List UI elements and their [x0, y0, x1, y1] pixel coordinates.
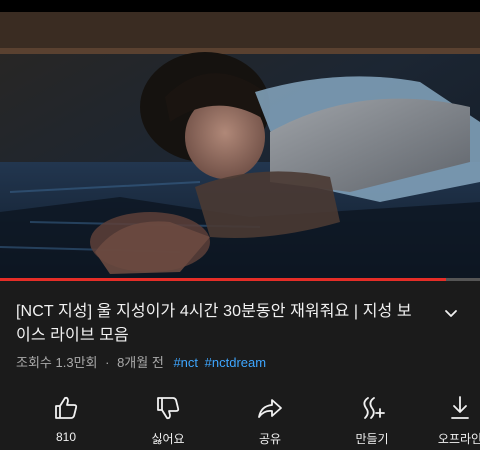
- remix-icon: [363, 397, 385, 419]
- download-icon: [451, 396, 469, 419]
- chevron-down-icon[interactable]: [440, 306, 462, 322]
- hashtag-link[interactable]: #nct: [173, 355, 198, 370]
- dislike-button[interactable]: 싫어요: [128, 388, 208, 450]
- remix-label: 만들기: [355, 432, 389, 446]
- download-label: 오프라인: [437, 432, 480, 446]
- video-progress-bar[interactable]: [0, 278, 480, 281]
- hashtag-link[interactable]: #nctdream: [205, 355, 266, 370]
- meta-separator: ·: [105, 355, 110, 370]
- video-progress-fill: [0, 278, 447, 281]
- video-metadata: 조회수 1.3만회 · 8개월 전 #nct #nctdream: [16, 352, 266, 371]
- dislike-label: 싫어요: [151, 432, 185, 446]
- thumbs-down-icon: [157, 397, 180, 420]
- share-label: 공유: [258, 432, 282, 446]
- status-bar: [0, 0, 480, 12]
- action-bar: 810 싫어요 공유 만들기 오프라인: [0, 388, 480, 450]
- video-title[interactable]: [NCT 지성] 울 지성이가 4시간 30분동안 재워줘요 | 지성 보이스 …: [16, 300, 416, 348]
- download-button[interactable]: 오프라인: [420, 388, 480, 450]
- like-button[interactable]: 810: [26, 388, 106, 450]
- remix-button[interactable]: 만들기: [332, 388, 412, 450]
- view-count: 조회수 1.3만회: [16, 355, 98, 370]
- video-thumbnail: [0, 12, 480, 280]
- share-icon: [258, 399, 282, 418]
- like-count: 810: [55, 430, 77, 444]
- video-player[interactable]: [0, 12, 480, 280]
- upload-age: 8개월 전: [117, 355, 164, 370]
- share-button[interactable]: 공유: [230, 388, 310, 450]
- thumbs-up-icon: [55, 396, 78, 419]
